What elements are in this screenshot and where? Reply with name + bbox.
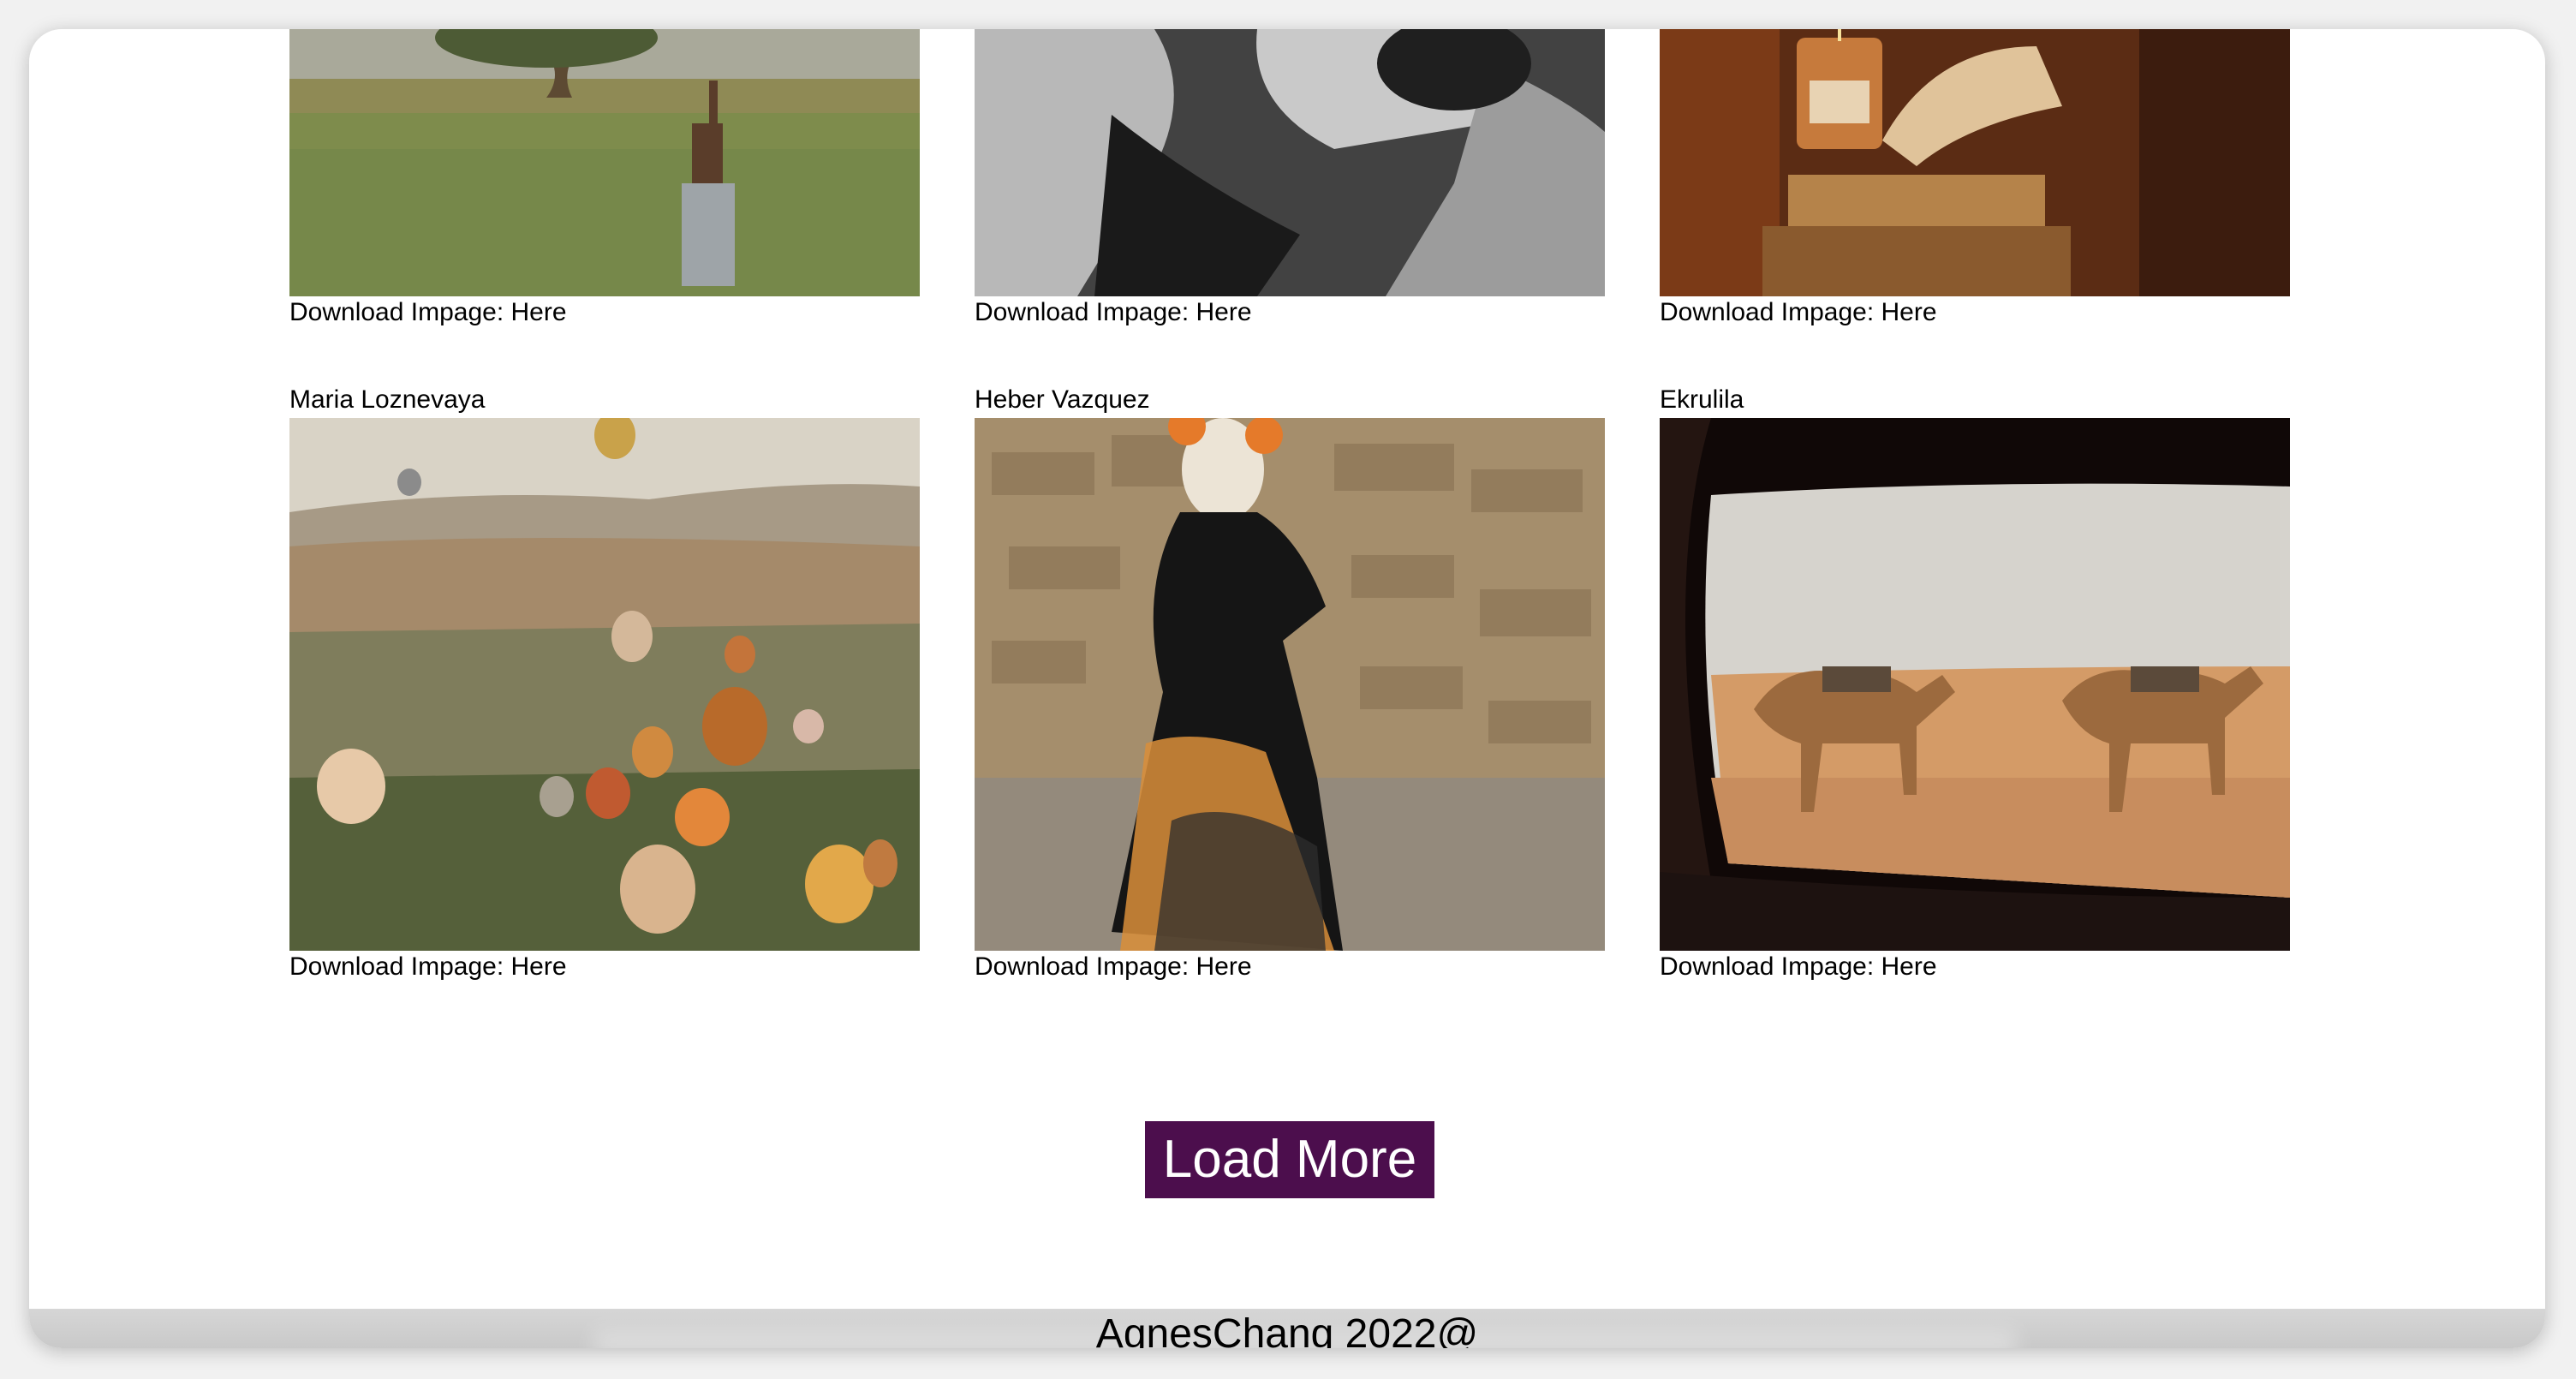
download-line: Download Impage: Here	[1660, 952, 1937, 982]
photo-catrina-costume[interactable]	[975, 418, 1605, 951]
download-here-link[interactable]: Here	[1196, 298, 1252, 326]
download-here-link[interactable]: Here	[511, 298, 567, 326]
download-line: Download Impage: Here	[975, 952, 1252, 982]
download-label: Download Impage:	[289, 298, 511, 326]
photo-man-dancing-in-field[interactable]	[289, 29, 920, 296]
photo-candle-and-books[interactable]	[1660, 29, 2290, 296]
download-label: Download Impage:	[975, 952, 1196, 981]
footer: AgnesChang 2022@	[29, 1309, 2545, 1348]
download-label: Download Impage:	[975, 298, 1196, 326]
download-here-link[interactable]: Here	[1881, 298, 1937, 326]
photo-woman-resting[interactable]	[975, 29, 1605, 296]
photographer-name: Ekrulila	[1660, 385, 1744, 414]
download-label: Download Impage:	[1660, 952, 1881, 981]
browser-window: Download Impage: Here Download Impage: H…	[29, 29, 2545, 1348]
download-here-link[interactable]: Here	[1881, 952, 1937, 981]
photo-hot-air-balloons[interactable]	[289, 418, 920, 951]
download-line: Download Impage: Here	[289, 952, 567, 982]
download-here-link[interactable]: Here	[511, 952, 567, 981]
photographer-name: Maria Loznevaya	[289, 385, 486, 414]
load-more-button[interactable]: Load More	[1145, 1121, 1434, 1198]
download-here-link[interactable]: Here	[1196, 952, 1252, 981]
photographer-name: Heber Vazquez	[975, 385, 1150, 414]
footer-credit: AgnesChang 2022@	[1095, 1311, 1479, 1348]
download-line: Download Impage: Here	[1660, 298, 1937, 327]
download-line: Download Impage: Here	[289, 298, 567, 327]
download-label: Download Impage:	[289, 952, 511, 981]
download-line: Download Impage: Here	[975, 298, 1252, 327]
photo-camels-through-car-window[interactable]	[1660, 418, 2290, 951]
download-label: Download Impage:	[1660, 298, 1881, 326]
